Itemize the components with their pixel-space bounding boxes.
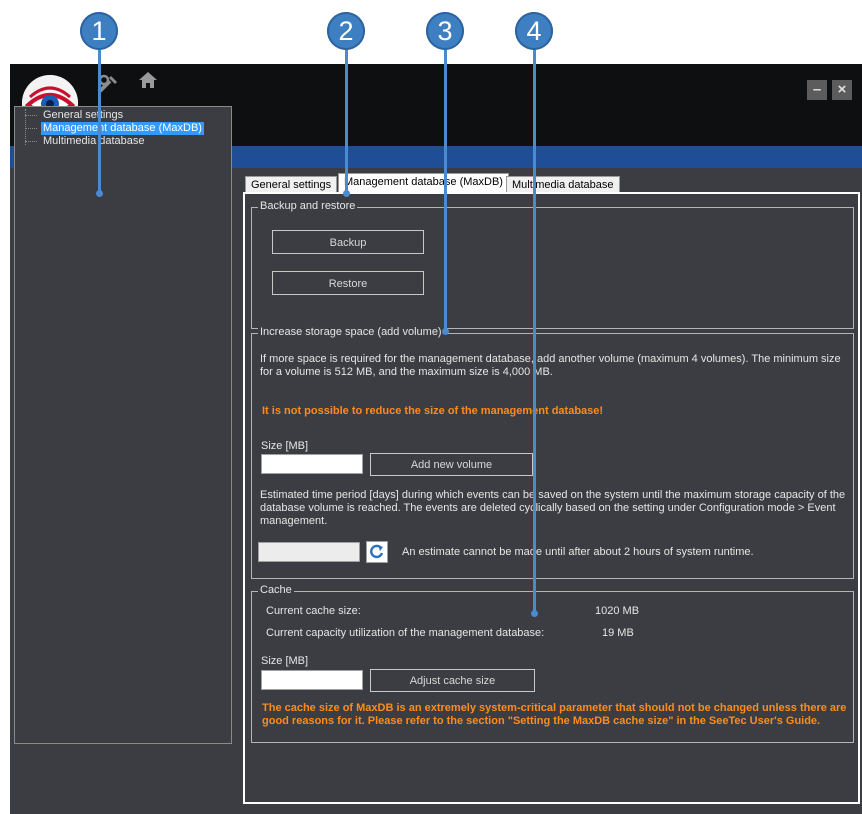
cache-size-input[interactable] — [261, 670, 363, 690]
cache-group: Cache Current cache size: 1020 MB Curren… — [251, 584, 854, 743]
cache-size-label: Size [MB] — [261, 655, 309, 667]
tree-item-multimedia-database[interactable]: Multimedia database — [41, 135, 147, 148]
estimate-description: Estimated time period [days] during whic… — [260, 489, 846, 527]
callout-line-4 — [533, 46, 536, 614]
add-volume-button[interactable]: Add new volume — [370, 453, 533, 476]
callout-dot-3 — [442, 328, 449, 335]
storage-legend: Increase storage space (add volume) — [258, 326, 444, 338]
storage-warning: It is not possible to reduce the size of… — [262, 405, 604, 417]
callout-dot-4 — [531, 610, 538, 617]
storage-group: Increase storage space (add volume) If m… — [251, 326, 854, 579]
restore-button[interactable]: Restore — [272, 271, 424, 295]
utilization-label: Current capacity utilization of the mana… — [266, 627, 545, 639]
refresh-estimate-button[interactable] — [366, 541, 388, 563]
current-cache-label: Current cache size: — [266, 605, 361, 617]
storage-description: If more space is required for the manage… — [260, 353, 841, 378]
cache-legend: Cache — [258, 584, 294, 596]
tree-item-management-database[interactable]: Management database (MaxDB) — [41, 122, 204, 135]
storage-size-label: Size [MB] — [261, 440, 309, 452]
refresh-icon — [370, 544, 384, 559]
callout-3: 3 — [426, 12, 464, 50]
tab-management-database[interactable]: Management database (MaxDB) — [338, 173, 509, 193]
tree-item-general-settings[interactable]: General settings — [41, 109, 125, 122]
tree-branch — [25, 115, 37, 116]
utilization-value: 19 MB — [602, 627, 634, 639]
tree-branch — [25, 128, 37, 129]
home-icon[interactable] — [138, 71, 158, 93]
callout-line-3 — [444, 46, 447, 332]
minimize-button[interactable]: – — [807, 80, 827, 100]
backup-legend: Backup and restore — [258, 200, 358, 212]
backup-button[interactable]: Backup — [272, 230, 424, 254]
estimate-note: An estimate cannot be made until after a… — [402, 546, 754, 558]
callout-4: 4 — [515, 12, 553, 50]
callout-1: 1 — [80, 12, 118, 50]
callout-2: 2 — [327, 12, 365, 50]
callout-dot-1 — [96, 190, 103, 197]
callout-line-2 — [345, 46, 348, 194]
tab-panel: Backup and restore Backup Restore Increa… — [243, 192, 860, 804]
estimate-value-field — [258, 542, 360, 562]
adjust-cache-button[interactable]: Adjust cache size — [370, 669, 535, 692]
close-button[interactable]: × — [832, 80, 852, 100]
current-cache-value: 1020 MB — [595, 605, 640, 617]
cache-warning: The cache size of MaxDB is an extremely … — [262, 702, 847, 727]
tree-branch — [25, 141, 37, 142]
callout-dot-2 — [343, 190, 350, 197]
settings-tree: General settings Management database (Ma… — [14, 106, 232, 744]
callout-line-1 — [98, 46, 101, 194]
storage-size-input[interactable] — [261, 454, 363, 474]
backup-group: Backup and restore Backup Restore — [251, 200, 854, 329]
